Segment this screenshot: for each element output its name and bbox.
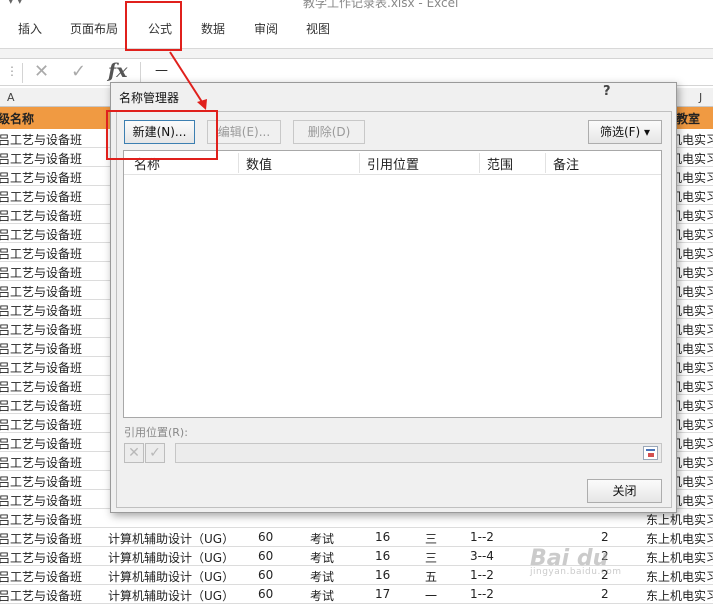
watermark-subtext: jingyan.baidu.com	[530, 567, 622, 577]
annotation-arrow-icon	[169, 51, 207, 110]
watermark: Bai du jingyan.baidu.com	[530, 546, 622, 577]
